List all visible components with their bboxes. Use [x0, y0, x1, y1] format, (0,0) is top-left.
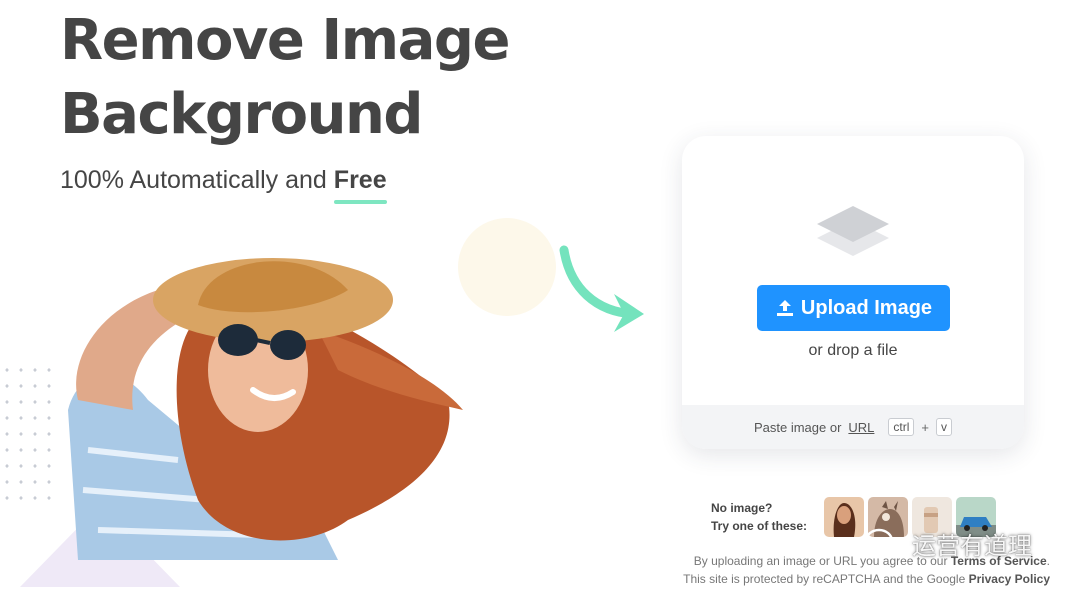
hero-title-line-1: Remove Image: [60, 8, 510, 73]
subtitle-underline: [333, 200, 387, 204]
recaptcha-notice: This site is protected by reCAPTCHA and …: [600, 570, 1050, 588]
hero-subtitle: 100% Automatically and Free: [60, 166, 387, 204]
key-plus: +: [921, 419, 930, 435]
watermark: 运营有道理: [864, 526, 1032, 561]
key-v: v: [936, 418, 953, 436]
layers-icon: [817, 206, 889, 256]
paste-prefix: Paste image or: [753, 419, 842, 435]
sample-prompt-line-2: Try one of these:: [711, 519, 808, 533]
subtitle-emphasis-text: Free: [333, 166, 387, 194]
subtitle-prefix: 100% Automatically and: [60, 166, 327, 194]
wechat-icon: [864, 528, 903, 558]
privacy-policy-link[interactable]: Privacy Policy: [969, 572, 1050, 586]
watermark-text: 运营有道理: [912, 532, 1032, 560]
dot-grid-decoration: [0, 362, 60, 512]
upload-image-button[interactable]: Upload Image: [757, 285, 950, 331]
hero-title: Remove Image Background: [60, 4, 620, 152]
recaptcha-prefix: This site is protected by reCAPTCHA and …: [683, 572, 966, 586]
key-ctrl: ctrl: [888, 418, 915, 436]
hero-title-line-2: Background: [60, 82, 423, 147]
drop-file-text: or drop a file: [808, 342, 898, 359]
upload-card[interactable]: Upload Image or drop a file Paste image …: [682, 136, 1024, 449]
terms-suffix: .: [1046, 554, 1050, 568]
paste-bar: Paste image or URL ctrl + v: [682, 405, 1024, 449]
subtitle-emphasis: Free: [333, 166, 387, 204]
sample-prompt-line-1: No image?: [711, 501, 773, 515]
upload-button-label: Upload Image: [800, 296, 933, 319]
hero-woman-photo: [68, 258, 463, 560]
upload-icon: [776, 300, 793, 316]
paste-url-link[interactable]: URL: [848, 420, 874, 435]
sample-prompt: No image? Try one of these:: [711, 499, 807, 535]
sample-thumb-person[interactable]: [824, 497, 864, 537]
curved-arrow-icon: [559, 245, 644, 332]
